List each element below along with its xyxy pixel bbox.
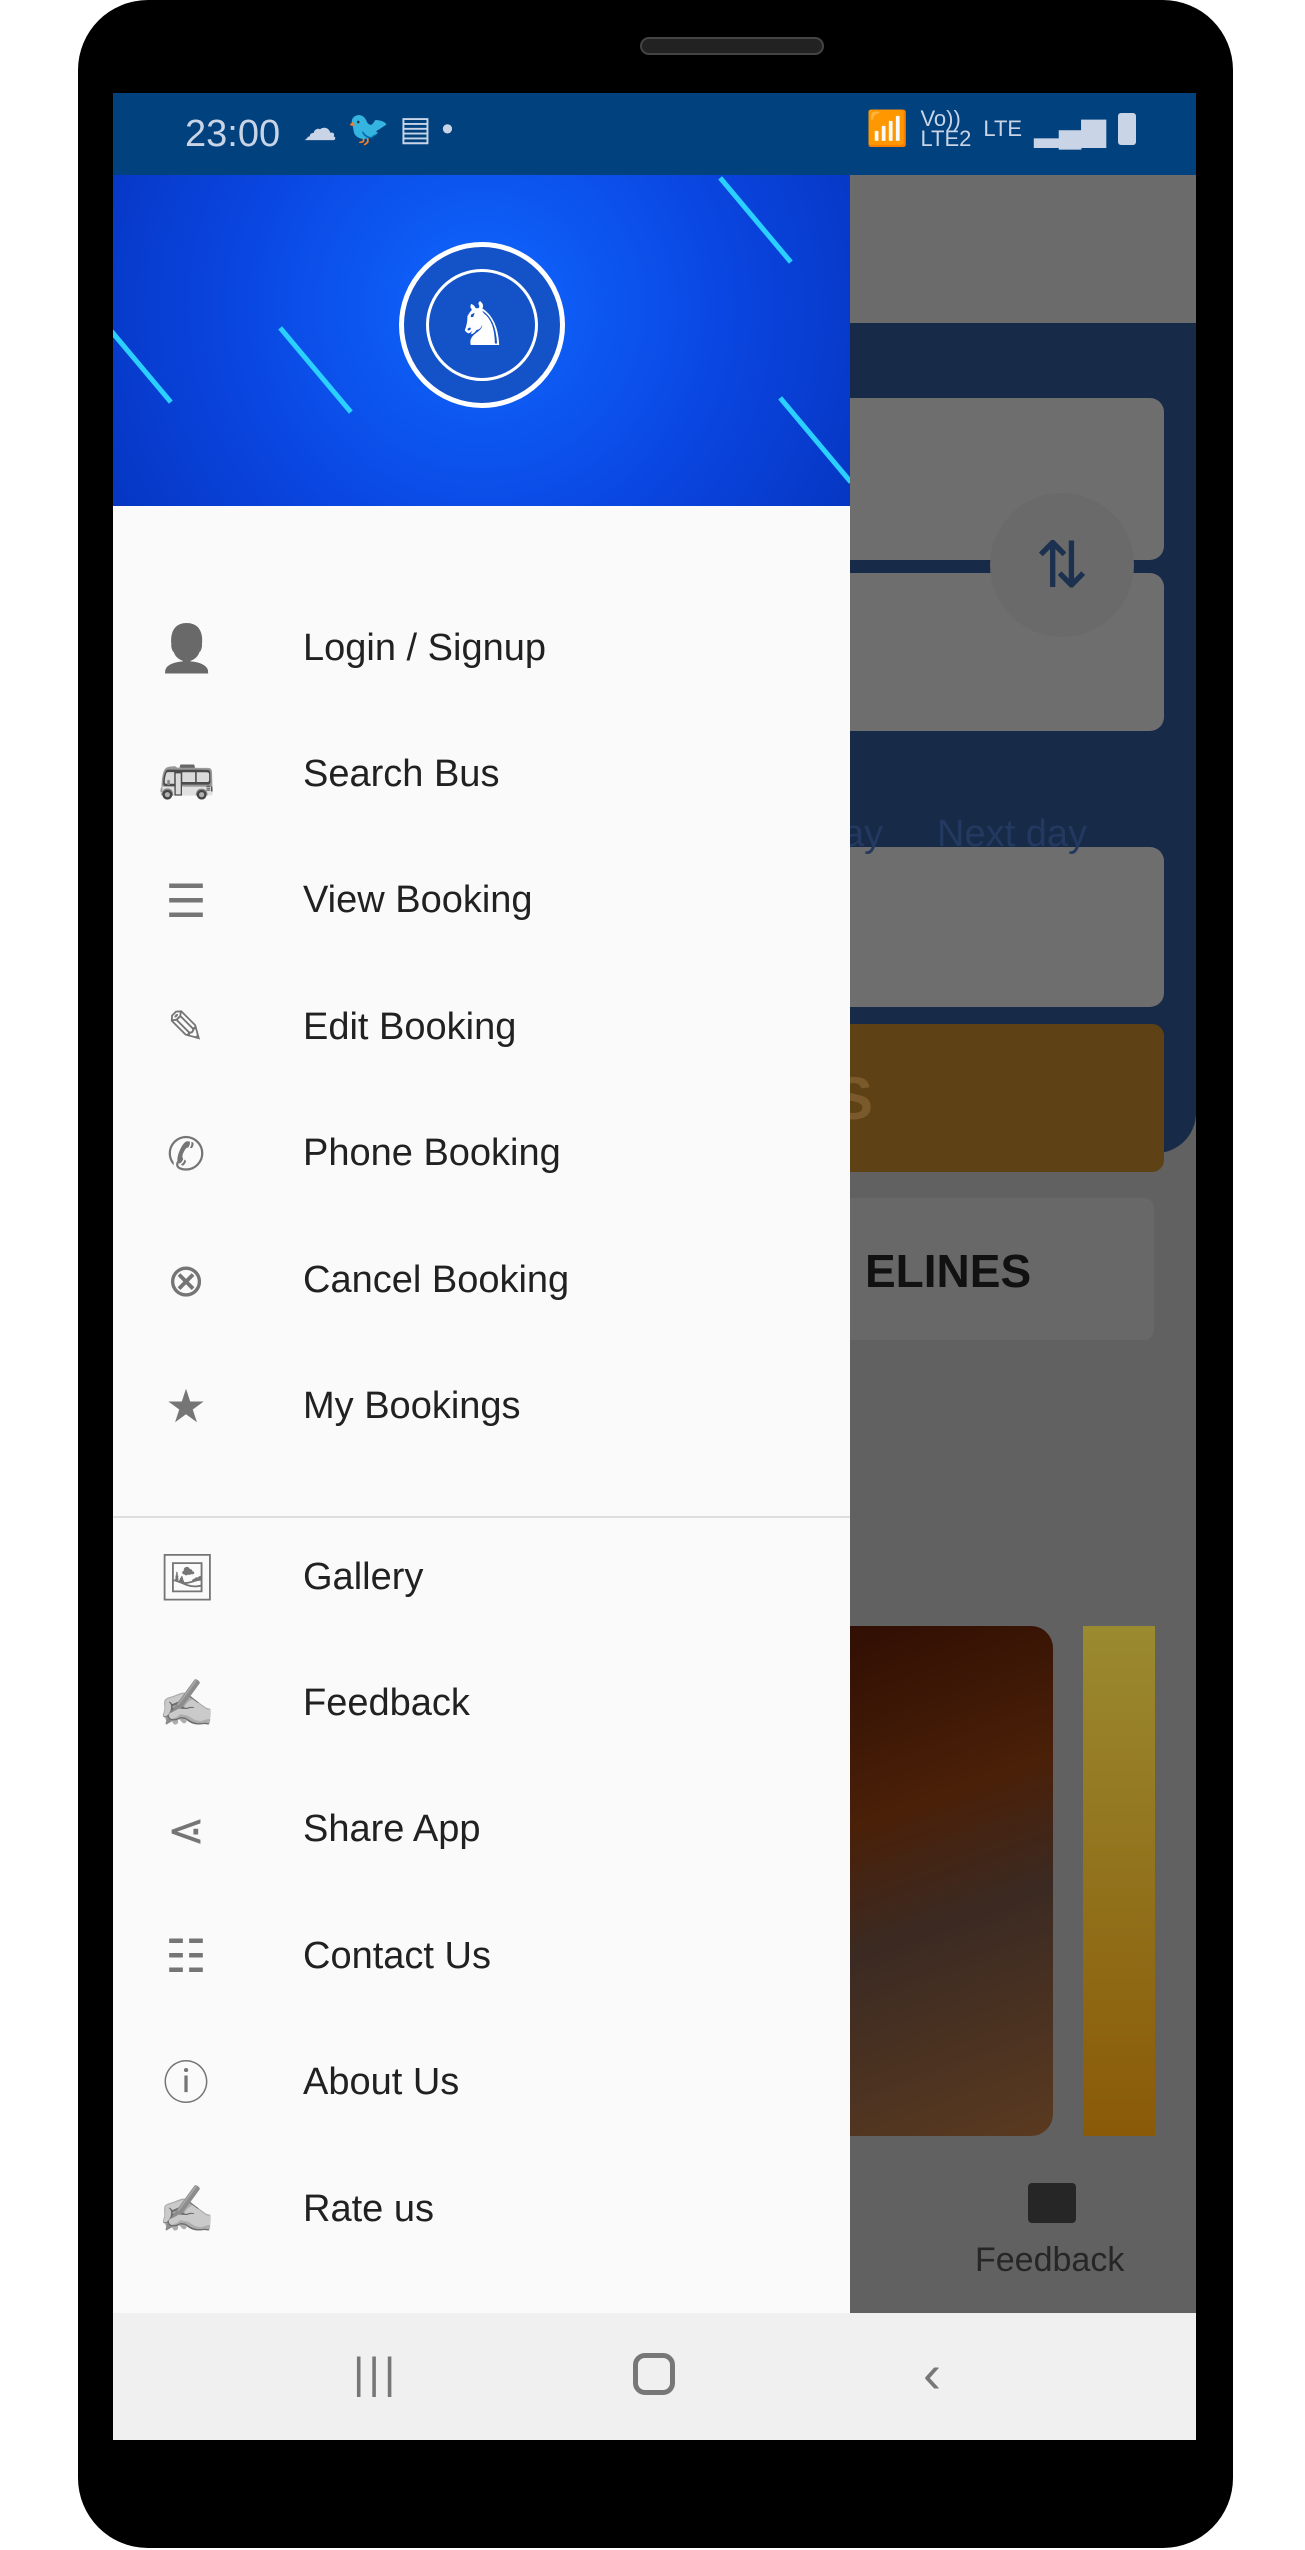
drawer-item-label: About Us [303, 2061, 460, 2104]
drawer-item-label: Feedback [303, 1681, 470, 1724]
gallery-icon: 🖼 [158, 1551, 217, 1603]
drawer-item-label: Gallery [303, 1555, 424, 1598]
lte-icon: LTE [983, 116, 1023, 141]
twitter-icon: 🐦 [347, 110, 400, 148]
volte-icon: Vo)) LTE2 [920, 106, 972, 151]
person-icon: 👤 [158, 622, 216, 674]
calendar-icon: ▤ [399, 110, 442, 148]
receipt-icon: ☰ [165, 874, 207, 927]
swap-icon[interactable]: ⇅ [990, 493, 1134, 637]
drawer-item-share-app[interactable]: ⋖ Share App [113, 1775, 850, 1885]
status-bar: 23:00 ☁🐦▤• 📶 Vo)) LTE2 LTE ▂▄▆ [113, 93, 1196, 175]
info-icon: ⓘ [163, 2056, 209, 2109]
drawer-item-search-bus[interactable]: 🚌 Search Bus [113, 719, 850, 829]
gallery-image[interactable] [1083, 1626, 1155, 2136]
drawer-item-contact-us[interactable]: ☷ Contact Us [113, 1901, 850, 2011]
drawer-item-rate-us[interactable]: ✍ Rate us [113, 2154, 850, 2264]
drawer-item-label: Contact Us [303, 1934, 491, 1977]
drawer-item-feedback[interactable]: ✍ Feedback [113, 1648, 850, 1758]
drawer-item-label: View Booking [303, 879, 533, 922]
drawer-item-label: Login / Signup [303, 626, 546, 669]
drawer-item-label: Cancel Booking [303, 1258, 570, 1301]
drawer-header: ♞ [113, 175, 850, 506]
battery-icon [1118, 113, 1136, 145]
home-button[interactable] [633, 2353, 675, 2395]
navigation-drawer: ♞ 👤 Login / Signup 🚌 Search Bus ☰ View Bookin… [113, 175, 850, 2313]
recent-apps-button[interactable]: ||| [353, 2349, 399, 2399]
cancel-icon: ⊗ [166, 1254, 206, 1306]
contact-icon: ☷ [165, 1930, 207, 1983]
dot-icon: • [441, 110, 464, 148]
drawer-divider [113, 1516, 850, 1518]
drawer-item-login-signup[interactable]: 👤 Login / Signup [113, 593, 850, 703]
system-icons: 📶 Vo)) LTE2 LTE ▂▄▆ [866, 106, 1136, 151]
speaker-grille [640, 37, 824, 55]
drawer-item-label: Phone Booking [303, 1132, 561, 1175]
blue-horse-logo: ♞ [399, 242, 565, 408]
drawer-item-label: Rate us [303, 2187, 434, 2230]
feedback-icon: ✍ [158, 1677, 216, 1730]
signal-icon: ▂▄▆ [1034, 111, 1106, 147]
back-button[interactable]: ‹ [923, 2343, 941, 2405]
next-day-button[interactable]: Next day [937, 813, 1087, 856]
phone-icon: ✆ [166, 1127, 206, 1180]
screen: 23:00 ☁🐦▤• 📶 Vo)) LTE2 LTE ▂▄▆ S ⇅ ay Nex… [113, 93, 1196, 2440]
drawer-item-label: Edit Booking [303, 1005, 517, 1048]
status-time: 23:00 [185, 113, 281, 155]
pegasus-icon: ♞ [426, 269, 538, 381]
rate-icon: ✍ [158, 2183, 216, 2235]
wifi-icon: 📶 [866, 110, 909, 148]
drawer-item-cancel-booking[interactable]: ⊗ Cancel Booking [113, 1225, 850, 1335]
share-icon: ⋖ [166, 1803, 206, 1856]
notification-icons: ☁🐦▤• [303, 109, 463, 149]
drawer-item-view-booking[interactable]: ☰ View Booking [113, 846, 850, 956]
bus-icon: 🚌 [158, 748, 216, 801]
pencil-icon: ✎ [166, 1001, 206, 1054]
bottom-nav-feedback[interactable]: Feedback [975, 2241, 1124, 2280]
drawer-item-label: Share App [303, 1808, 481, 1851]
drawer-item-gallery[interactable]: 🖼 Gallery [113, 1522, 850, 1632]
cloud-icon: ☁ [303, 110, 347, 148]
system-nav-bar: ||| ‹ [113, 2313, 1196, 2440]
drawer-item-about-us[interactable]: ⓘ About Us [113, 2028, 850, 2138]
ticket-star-icon: ★ [165, 1380, 207, 1433]
feedback-icon[interactable] [1028, 2183, 1076, 2223]
drawer-item-my-bookings[interactable]: ★ My Bookings [113, 1351, 850, 1461]
drawer-item-phone-booking[interactable]: ✆ Phone Booking [113, 1099, 850, 1209]
drawer-item-label: My Bookings [303, 1384, 521, 1427]
drawer-item-label: Search Bus [303, 752, 500, 795]
drawer-item-edit-booking[interactable]: ✎ Edit Booking [113, 972, 850, 1082]
